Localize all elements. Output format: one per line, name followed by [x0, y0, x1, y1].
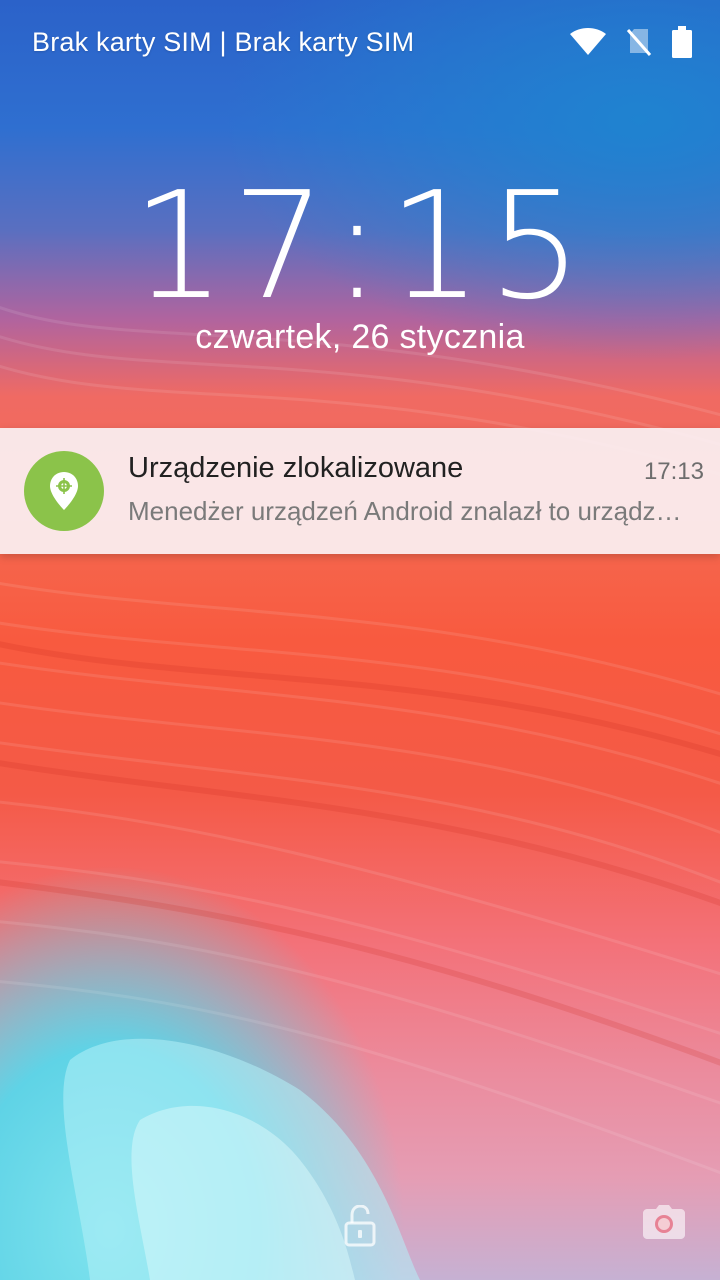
location-pin-icon: [24, 451, 104, 531]
carrier-label: Brak karty SIM | Brak karty SIM: [32, 26, 415, 57]
battery-icon: [672, 26, 692, 58]
status-bar: Brak karty SIM | Brak karty SIM: [0, 0, 720, 84]
unlock-icon[interactable]: [342, 1204, 378, 1248]
notification-text: Menedżer urządzeń Android znalazł to urz…: [128, 496, 694, 526]
notification-title: Urządzenie zlokalizowane: [128, 452, 464, 484]
notification-card[interactable]: Urządzenie zlokalizowane 17:13 Menedżer …: [0, 428, 720, 554]
no-sim-icon: [626, 27, 652, 57]
notification-time: 17:13: [643, 458, 704, 485]
camera-icon[interactable]: [642, 1204, 686, 1240]
lockscreen-clock: 17:15: [131, 160, 589, 332]
lockscreen-date: czwartek, 26 stycznia: [195, 318, 525, 356]
status-icons: [570, 26, 692, 58]
wifi-icon: [570, 28, 606, 56]
